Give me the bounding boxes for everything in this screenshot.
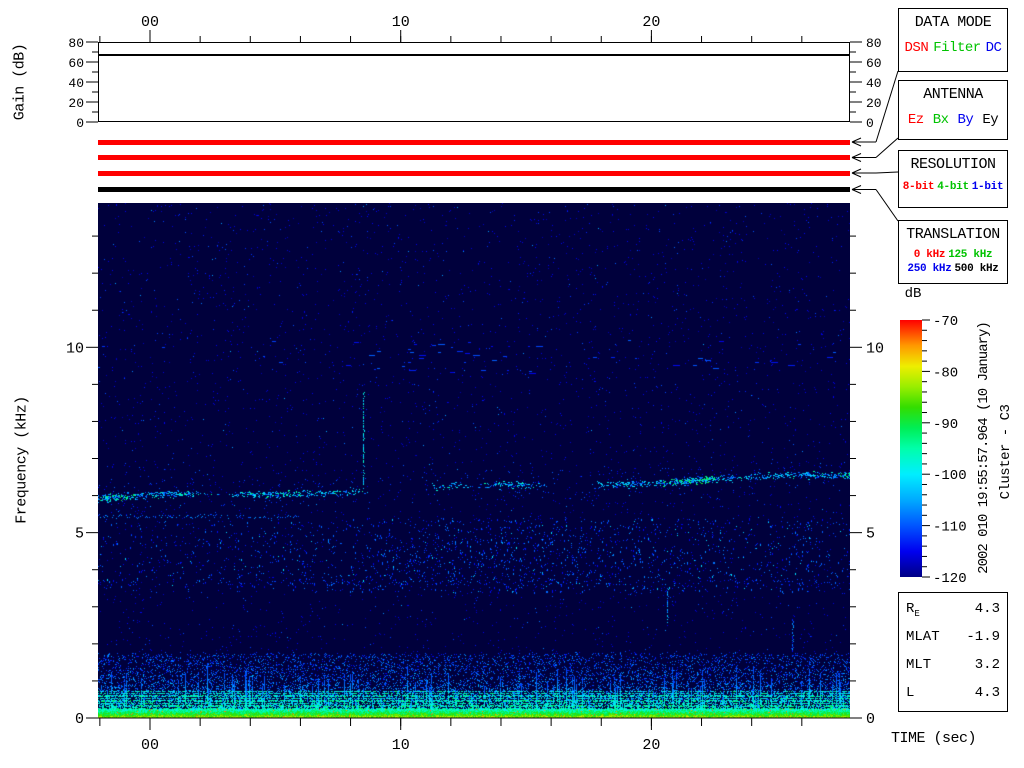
row-label: RE	[906, 601, 920, 619]
status-bar-data-mode	[98, 140, 850, 145]
option-by: By	[958, 112, 974, 128]
arrowhead	[852, 158, 861, 162]
row-value: 3.2	[975, 657, 1000, 673]
arrowhead	[852, 169, 861, 173]
option-filter: Filter	[933, 40, 980, 56]
spacecraft-vertical-text: Cluster - C3	[998, 405, 1014, 500]
row-value: 4.3	[975, 685, 1000, 701]
gain-tick-label-left: 60	[68, 56, 84, 71]
gain-tick-label-left: 20	[68, 96, 84, 111]
row-value: -1.9	[966, 629, 1000, 645]
gain-axis-title: Gain (dB)	[12, 44, 29, 121]
gain-tick-label-right: 20	[866, 96, 882, 111]
freq-tick-label-right: 5	[866, 526, 875, 543]
panel-translation-title: TRANSLATION	[899, 226, 1007, 243]
option-1bit: 1-bit	[972, 181, 1004, 193]
table-row: MLAT -1.9	[906, 629, 1000, 657]
colorbar-tick-label: -90	[933, 417, 958, 433]
time-axis-title: TIME (sec)	[891, 730, 976, 747]
time-tick-label-bottom: 20	[642, 737, 660, 754]
freq-tick-label-right: 10	[866, 340, 884, 357]
gain-tick-label-right: 40	[866, 76, 882, 91]
freq-tick-label-left: 10	[66, 340, 84, 357]
colorbar-tick-label: -110	[933, 520, 967, 536]
colorbar-tick-label: -80	[933, 365, 958, 381]
panel-antenna-title: ANTENNA	[899, 86, 1007, 103]
option-0khz: 0 kHz	[914, 249, 946, 261]
option-ey: Ey	[982, 112, 998, 128]
arrowhead	[852, 173, 861, 177]
colorbar-tick-label: -100	[933, 468, 967, 484]
arrowhead	[852, 154, 861, 158]
arrowhead	[852, 138, 861, 142]
panel-resolution-title: RESOLUTION	[899, 156, 1007, 173]
gain-tick-label-left: 40	[68, 76, 84, 91]
time-tick-label-bottom: 10	[392, 737, 410, 754]
freq-tick-label-left: 5	[75, 526, 84, 543]
option-4bit: 4-bit	[937, 181, 969, 193]
option-dsn: DSN	[905, 40, 929, 56]
time-tick-label-bottom: 00	[141, 737, 159, 754]
gain-tick-label-left: 80	[68, 36, 84, 51]
arrowhead	[852, 186, 861, 190]
connector-translation	[876, 190, 898, 222]
time-tick-label-top: 00	[141, 14, 159, 31]
option-ez: Ez	[908, 112, 924, 128]
time-tick-label-top: 10	[392, 14, 410, 31]
orbit-info-table: RE 4.3 MLAT -1.9 MLT 3.2 L 4.3	[898, 592, 1008, 712]
spectrogram-canvas	[98, 203, 850, 718]
gain-plot-frame	[98, 42, 850, 122]
option-250khz: 250 kHz	[907, 263, 951, 275]
panel-data-mode-title: DATA MODE	[899, 14, 1007, 31]
gain-tick-label-right: 80	[866, 36, 882, 51]
panel-resolution: RESOLUTION 8-bit 4-bit 1-bit	[898, 150, 1008, 208]
table-row: MLT 3.2	[906, 657, 1000, 685]
option-dc: DC	[986, 40, 1002, 56]
colorbar-tick-label: -70	[933, 314, 958, 330]
colorbar	[900, 320, 922, 577]
timestamp-vertical-text: 2002 010 19:55:57.964 (10 January)	[976, 322, 992, 574]
plot-window: 00001010202000202040406060808000551010-7…	[0, 0, 1024, 768]
status-bar-translation	[98, 187, 850, 192]
freq-tick-label-right: 0	[866, 711, 875, 728]
gain-tick-label-right: 0	[866, 116, 874, 131]
freq-tick-label-left: 0	[75, 711, 84, 728]
option-bx: Bx	[933, 112, 949, 128]
option-500khz: 500 kHz	[955, 263, 999, 275]
connector-resolution	[876, 172, 898, 173]
row-label: MLT	[906, 657, 931, 673]
time-tick-label-top: 20	[642, 14, 660, 31]
gain-tick-label-right: 60	[866, 56, 882, 71]
option-8bit: 8-bit	[903, 181, 935, 193]
row-value: 4.3	[975, 601, 1000, 617]
table-row: L 4.3	[906, 685, 1000, 713]
option-125khz: 125 kHz	[948, 249, 992, 261]
panel-translation: TRANSLATION 0 kHz 125 kHz 250 kHz 500 kH…	[898, 220, 1008, 284]
status-bar-resolution	[98, 171, 850, 176]
arrowhead	[852, 190, 861, 194]
colorbar-tick-label: -120	[933, 571, 967, 587]
connector-data-mode	[876, 71, 898, 142]
connector-antenna	[876, 138, 898, 158]
gain-tick-label-left: 0	[76, 116, 84, 131]
frequency-axis-title: Frequency (kHz)	[14, 396, 31, 524]
colorbar-unit-label: dB	[898, 286, 928, 302]
row-label: L	[906, 685, 914, 701]
table-row: RE 4.3	[906, 601, 1000, 629]
status-bar-antenna	[98, 155, 850, 160]
row-label: MLAT	[906, 629, 940, 645]
panel-data-mode: DATA MODE DSN Filter DC	[898, 8, 1008, 72]
arrowhead	[852, 142, 861, 146]
panel-antenna: ANTENNA Ez Bx By Ey	[898, 80, 1008, 140]
